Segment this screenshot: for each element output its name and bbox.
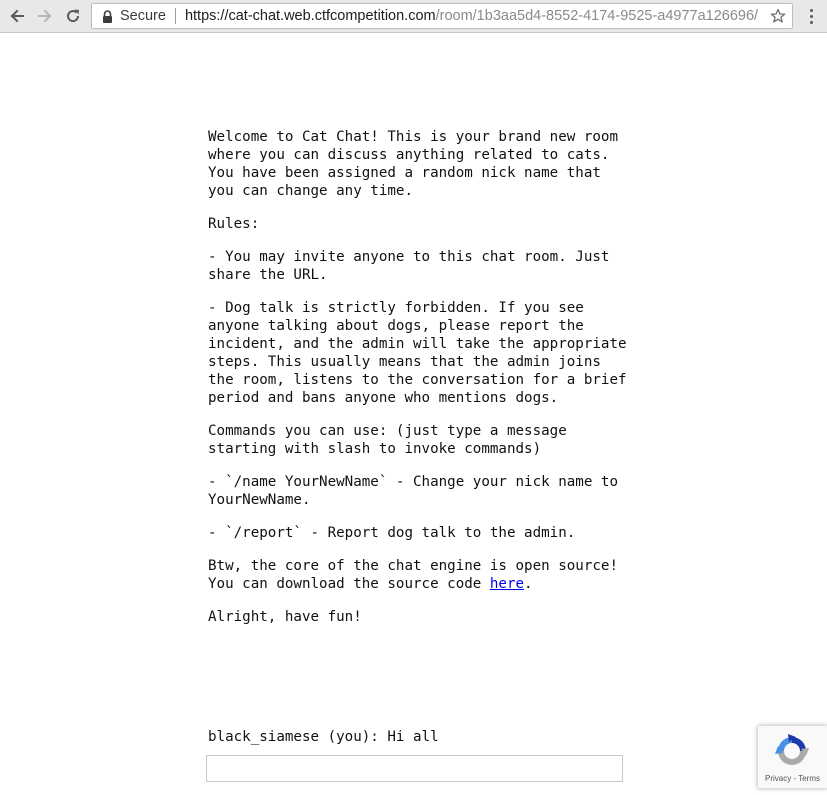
back-button[interactable] bbox=[5, 5, 29, 27]
source-text-end: . bbox=[524, 576, 533, 592]
address-bar[interactable]: Secure https://cat-chat.web.ctfcompetiti… bbox=[91, 3, 793, 29]
privacy-link[interactable]: Privacy bbox=[765, 774, 791, 783]
source-text: Btw, the core of the chat engine is open… bbox=[208, 558, 618, 592]
source-paragraph: Btw, the core of the chat engine is open… bbox=[208, 557, 628, 593]
kebab-menu-icon[interactable] bbox=[804, 6, 818, 26]
recaptcha-links: Privacy - Terms bbox=[758, 774, 827, 783]
intro-text: Welcome to Cat Chat! This is your brand … bbox=[208, 129, 618, 199]
welcome-message: Welcome to Cat Chat! This is your brand … bbox=[208, 128, 628, 641]
message-input[interactable] bbox=[206, 755, 623, 782]
rules-heading: Rules: bbox=[208, 216, 260, 232]
forward-button[interactable] bbox=[33, 5, 57, 27]
chat-message: black_siamese (you): Hi all bbox=[208, 729, 439, 745]
command-report: - `/report` - Report dog talk to the adm… bbox=[208, 525, 576, 541]
recaptcha-icon bbox=[775, 734, 809, 765]
star-icon[interactable] bbox=[769, 7, 787, 25]
arrow-right-icon bbox=[38, 9, 52, 23]
recaptcha-badge[interactable]: Privacy - Terms bbox=[758, 726, 827, 788]
rule-invite: - You may invite anyone to this chat roo… bbox=[208, 249, 610, 283]
command-name: - `/name YourNewName` - Change your nick… bbox=[208, 474, 618, 508]
reload-icon bbox=[67, 9, 80, 23]
chat-log: black_siamese (you): Hi all bbox=[208, 728, 628, 746]
closing-text: Alright, have fun! bbox=[208, 609, 362, 625]
reload-button[interactable] bbox=[61, 5, 85, 27]
browser-toolbar: Secure https://cat-chat.web.ctfcompetiti… bbox=[0, 0, 827, 33]
terms-link[interactable]: Terms bbox=[798, 774, 820, 783]
lock-icon bbox=[102, 9, 114, 23]
secure-label: Secure bbox=[120, 8, 166, 24]
url-text[interactable]: https://cat-chat.web.ctfcompetition.com/… bbox=[185, 8, 758, 24]
commands-heading: Commands you can use: (just type a messa… bbox=[208, 423, 567, 457]
url-separator bbox=[174, 8, 176, 24]
url-path: /room/1b3aa5d4-8552-4174-9525-a4977a1266… bbox=[435, 8, 759, 24]
source-code-link[interactable]: here bbox=[490, 576, 524, 592]
url-host: https://cat-chat.web.ctfcompetition.com bbox=[184, 8, 436, 24]
rule-dogs: - Dog talk is strictly forbidden. If you… bbox=[208, 300, 627, 406]
arrow-left-icon bbox=[10, 9, 24, 23]
